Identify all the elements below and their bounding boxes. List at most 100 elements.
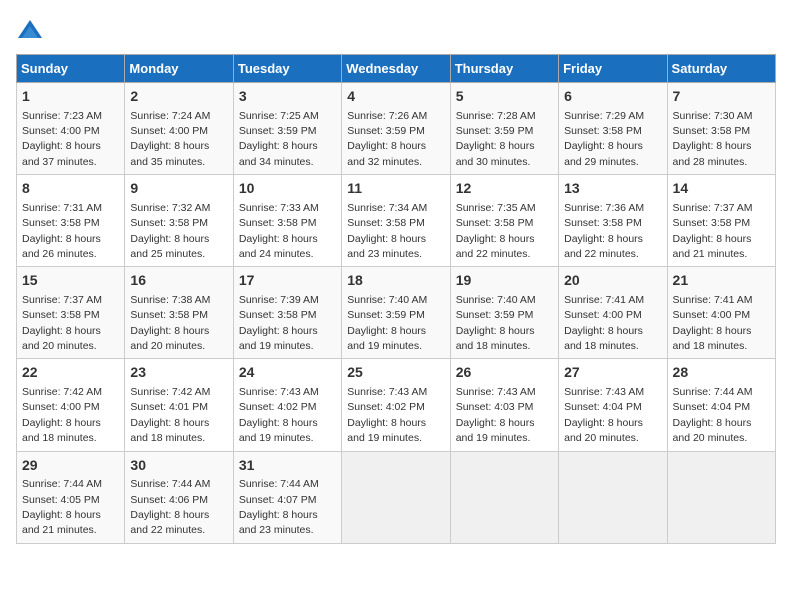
calendar-body: 1Sunrise: 7:23 AMSunset: 4:00 PMDaylight…	[17, 83, 776, 544]
day-info: Sunrise: 7:44 AMSunset: 4:06 PMDaylight:…	[130, 478, 210, 536]
day-number: 25	[347, 363, 444, 383]
day-number: 26	[456, 363, 553, 383]
day-info: Sunrise: 7:40 AMSunset: 3:59 PMDaylight:…	[347, 294, 427, 352]
day-number: 21	[673, 271, 770, 291]
day-info: Sunrise: 7:40 AMSunset: 3:59 PMDaylight:…	[456, 294, 536, 352]
day-cell: 10 Sunrise: 7:33 AMSunset: 3:58 PMDayligh…	[233, 175, 341, 267]
day-cell: 14 Sunrise: 7:37 AMSunset: 3:58 PMDayligh…	[667, 175, 775, 267]
day-number: 1	[22, 87, 119, 107]
page-header	[16, 16, 776, 44]
day-info: Sunrise: 7:33 AMSunset: 3:58 PMDaylight:…	[239, 202, 319, 260]
day-cell: 7Sunrise: 7:30 AMSunset: 3:58 PMDaylight…	[667, 83, 775, 175]
day-cell: 1Sunrise: 7:23 AMSunset: 4:00 PMDaylight…	[17, 83, 125, 175]
day-cell: 2 Sunrise: 7:24 AMSunset: 4:00 PMDaylight…	[125, 83, 233, 175]
day-info: Sunrise: 7:37 AMSunset: 3:58 PMDaylight:…	[673, 202, 753, 260]
day-number: 27	[564, 363, 661, 383]
day-cell: 11Sunrise: 7:34 AMSunset: 3:58 PMDayligh…	[342, 175, 450, 267]
day-number: 31	[239, 456, 336, 476]
day-cell: 27 Sunrise: 7:43 AMSunset: 4:04 PMDayligh…	[559, 359, 667, 451]
day-cell: 8Sunrise: 7:31 AMSunset: 3:58 PMDaylight…	[17, 175, 125, 267]
day-cell: 20 Sunrise: 7:41 AMSunset: 4:00 PMDayligh…	[559, 267, 667, 359]
day-info: Sunrise: 7:44 AMSunset: 4:05 PMDaylight:…	[22, 478, 102, 536]
day-number: 17	[239, 271, 336, 291]
day-cell: 26 Sunrise: 7:43 AMSunset: 4:03 PMDayligh…	[450, 359, 558, 451]
day-info: Sunrise: 7:43 AMSunset: 4:02 PMDaylight:…	[347, 386, 427, 444]
day-info: Sunrise: 7:35 AMSunset: 3:58 PMDaylight:…	[456, 202, 536, 260]
day-cell: 30Sunrise: 7:44 AMSunset: 4:06 PMDayligh…	[125, 451, 233, 543]
day-number: 12	[456, 179, 553, 199]
day-info: Sunrise: 7:41 AMSunset: 4:00 PMDaylight:…	[673, 294, 753, 352]
day-number: 13	[564, 179, 661, 199]
day-number: 28	[673, 363, 770, 383]
day-number: 4	[347, 87, 444, 107]
day-cell: 17Sunrise: 7:39 AMSunset: 3:58 PMDayligh…	[233, 267, 341, 359]
day-cell	[450, 451, 558, 543]
day-info: Sunrise: 7:43 AMSunset: 4:03 PMDaylight:…	[456, 386, 536, 444]
day-cell: 9 Sunrise: 7:32 AMSunset: 3:58 PMDaylight…	[125, 175, 233, 267]
day-cell: 25 Sunrise: 7:43 AMSunset: 4:02 PMDayligh…	[342, 359, 450, 451]
day-cell: 12 Sunrise: 7:35 AMSunset: 3:58 PMDayligh…	[450, 175, 558, 267]
header-cell-monday: Monday	[125, 55, 233, 83]
day-number: 10	[239, 179, 336, 199]
header-cell-thursday: Thursday	[450, 55, 558, 83]
logo-icon	[16, 16, 44, 44]
day-info: Sunrise: 7:24 AMSunset: 4:00 PMDaylight:…	[130, 110, 210, 168]
week-row-4: 22 Sunrise: 7:42 AMSunset: 4:00 PMDayligh…	[17, 359, 776, 451]
day-cell: 28 Sunrise: 7:44 AMSunset: 4:04 PMDayligh…	[667, 359, 775, 451]
day-cell: 31Sunrise: 7:44 AMSunset: 4:07 PMDayligh…	[233, 451, 341, 543]
day-number: 2	[130, 87, 227, 107]
day-number: 9	[130, 179, 227, 199]
day-number: 19	[456, 271, 553, 291]
day-number: 30	[130, 456, 227, 476]
day-cell: 22 Sunrise: 7:42 AMSunset: 4:00 PMDayligh…	[17, 359, 125, 451]
day-info: Sunrise: 7:43 AMSunset: 4:02 PMDaylight:…	[239, 386, 319, 444]
day-info: Sunrise: 7:26 AMSunset: 3:59 PMDaylight:…	[347, 110, 427, 168]
day-info: Sunrise: 7:30 AMSunset: 3:58 PMDaylight:…	[673, 110, 753, 168]
day-number: 20	[564, 271, 661, 291]
week-row-2: 8Sunrise: 7:31 AMSunset: 3:58 PMDaylight…	[17, 175, 776, 267]
day-info: Sunrise: 7:44 AMSunset: 4:04 PMDaylight:…	[673, 386, 753, 444]
calendar-header: SundayMondayTuesdayWednesdayThursdayFrid…	[17, 55, 776, 83]
week-row-5: 29Sunrise: 7:44 AMSunset: 4:05 PMDayligh…	[17, 451, 776, 543]
day-cell	[342, 451, 450, 543]
day-number: 15	[22, 271, 119, 291]
day-number: 24	[239, 363, 336, 383]
day-number: 22	[22, 363, 119, 383]
day-info: Sunrise: 7:44 AMSunset: 4:07 PMDaylight:…	[239, 478, 319, 536]
day-number: 23	[130, 363, 227, 383]
header-row: SundayMondayTuesdayWednesdayThursdayFrid…	[17, 55, 776, 83]
day-info: Sunrise: 7:41 AMSunset: 4:00 PMDaylight:…	[564, 294, 644, 352]
day-number: 6	[564, 87, 661, 107]
day-cell: 19 Sunrise: 7:40 AMSunset: 3:59 PMDayligh…	[450, 267, 558, 359]
day-info: Sunrise: 7:38 AMSunset: 3:58 PMDaylight:…	[130, 294, 210, 352]
day-info: Sunrise: 7:34 AMSunset: 3:58 PMDaylight:…	[347, 202, 427, 260]
logo	[16, 16, 48, 44]
day-number: 29	[22, 456, 119, 476]
day-cell: 24 Sunrise: 7:43 AMSunset: 4:02 PMDayligh…	[233, 359, 341, 451]
day-cell	[667, 451, 775, 543]
day-info: Sunrise: 7:28 AMSunset: 3:59 PMDaylight:…	[456, 110, 536, 168]
day-info: Sunrise: 7:25 AMSunset: 3:59 PMDaylight:…	[239, 110, 319, 168]
day-number: 18	[347, 271, 444, 291]
day-cell: 23 Sunrise: 7:42 AMSunset: 4:01 PMDayligh…	[125, 359, 233, 451]
day-info: Sunrise: 7:42 AMSunset: 4:01 PMDaylight:…	[130, 386, 210, 444]
header-cell-saturday: Saturday	[667, 55, 775, 83]
calendar-table: SundayMondayTuesdayWednesdayThursdayFrid…	[16, 54, 776, 544]
week-row-1: 1Sunrise: 7:23 AMSunset: 4:00 PMDaylight…	[17, 83, 776, 175]
day-info: Sunrise: 7:29 AMSunset: 3:58 PMDaylight:…	[564, 110, 644, 168]
day-info: Sunrise: 7:42 AMSunset: 4:00 PMDaylight:…	[22, 386, 102, 444]
day-info: Sunrise: 7:43 AMSunset: 4:04 PMDaylight:…	[564, 386, 644, 444]
day-number: 14	[673, 179, 770, 199]
day-cell: 15Sunrise: 7:37 AMSunset: 3:58 PMDayligh…	[17, 267, 125, 359]
header-cell-wednesday: Wednesday	[342, 55, 450, 83]
header-cell-sunday: Sunday	[17, 55, 125, 83]
day-cell: 4 Sunrise: 7:26 AMSunset: 3:59 PMDaylight…	[342, 83, 450, 175]
day-cell: 16Sunrise: 7:38 AMSunset: 3:58 PMDayligh…	[125, 267, 233, 359]
day-cell: 3Sunrise: 7:25 AMSunset: 3:59 PMDaylight…	[233, 83, 341, 175]
day-info: Sunrise: 7:32 AMSunset: 3:58 PMDaylight:…	[130, 202, 210, 260]
day-cell	[559, 451, 667, 543]
header-cell-friday: Friday	[559, 55, 667, 83]
day-cell: 13Sunrise: 7:36 AMSunset: 3:58 PMDayligh…	[559, 175, 667, 267]
header-cell-tuesday: Tuesday	[233, 55, 341, 83]
day-cell: 18 Sunrise: 7:40 AMSunset: 3:59 PMDayligh…	[342, 267, 450, 359]
